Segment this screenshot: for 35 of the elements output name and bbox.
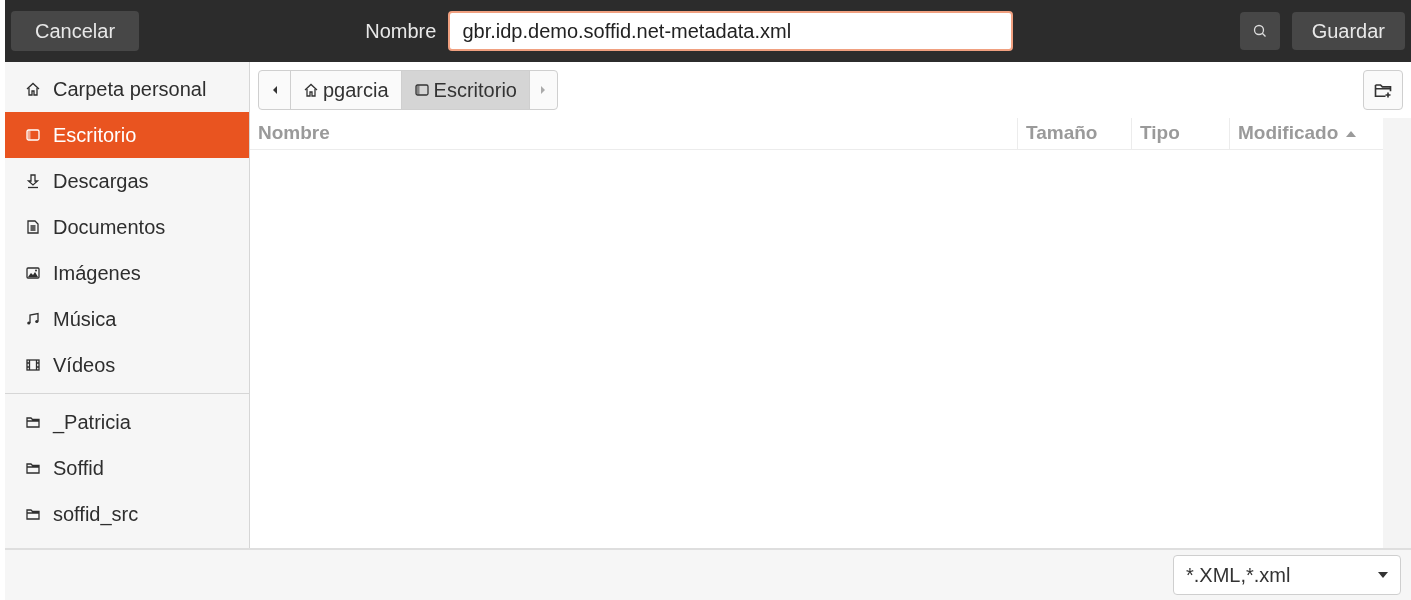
home-icon [25,81,41,97]
path-button[interactable]: pgarcia [291,71,402,109]
music-note-icon [25,311,41,327]
sidebar-item[interactable]: Carpeta personal [5,66,249,112]
dropdown-caret-icon [1378,572,1388,578]
sidebar-item[interactable]: Documentos [5,204,249,250]
sidebar-item[interactable]: soffid_src [5,491,249,537]
sidebar-item[interactable]: Descargas [5,158,249,204]
save-button[interactable]: Guardar [1291,12,1405,50]
download-icon [25,173,41,189]
document-icon [25,219,41,235]
file-type-dropdown[interactable]: *.XML,*.xml [1173,555,1401,595]
folder-icon [25,460,41,476]
sidebar-item[interactable]: Imágenes [5,250,249,296]
desktop-icon [413,82,430,98]
search-button[interactable] [1239,12,1280,50]
cancel-button[interactable]: Cancelar [11,11,140,51]
right-arrow-icon [539,85,548,95]
new-folder-button[interactable] [1363,70,1403,110]
folder-icon [25,414,41,430]
sidebar-item[interactable]: _Patricia [5,399,249,445]
name-label: Nombre [365,19,437,44]
folder-icon [25,506,41,522]
file-name-field[interactable]: gbr.idp.demo.soffid.net-metadata.xml [448,11,1014,51]
sidebar-item[interactable]: Vídeos [5,342,249,388]
desktop-icon [25,127,41,143]
image-icon [25,265,41,281]
home-icon [303,82,319,98]
path-button[interactable]: Escritorio [401,71,529,109]
sidebar-item[interactable]: Escritorio [5,112,249,158]
sidebar-item[interactable]: Música [5,296,249,342]
sidebar-item[interactable]: Soffid [5,445,249,491]
search-icon [1251,23,1268,39]
film-icon [25,357,41,373]
sort-up-icon [1346,130,1357,137]
